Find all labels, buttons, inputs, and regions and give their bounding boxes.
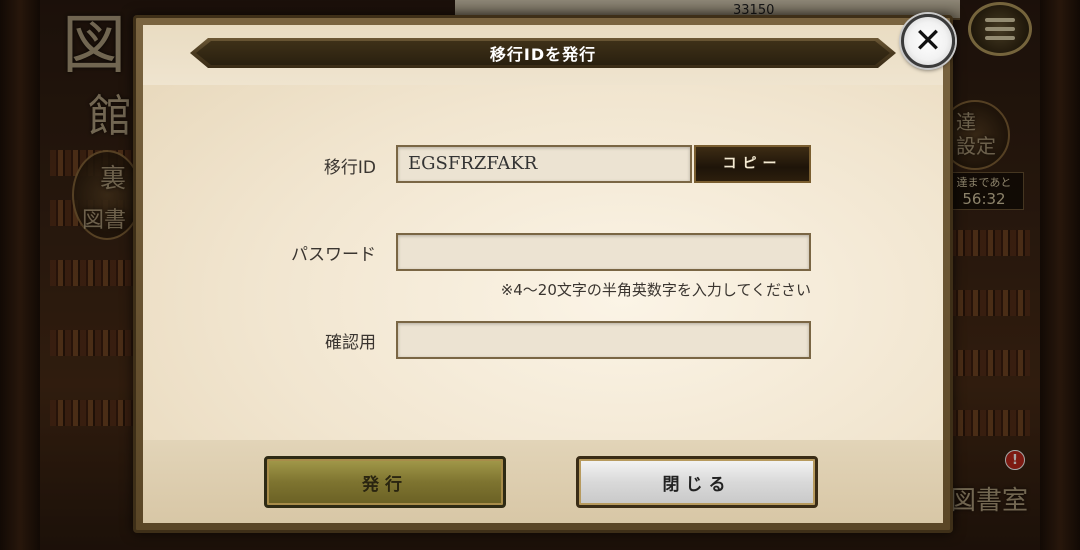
transfer-id-field[interactable]: EGSFRZFAKR <box>396 145 692 183</box>
copy-button[interactable]: コピー <box>694 145 811 183</box>
dialog-footer <box>143 440 943 523</box>
title-ribbon-inner: 移行IDを発行 <box>196 41 890 65</box>
issue-button[interactable]: 発行 <box>264 456 506 508</box>
close-icon: ✕ <box>913 21 943 61</box>
dialog-title: 移行IDを発行 <box>489 45 597 64</box>
close-button-label: 閉じる <box>662 474 732 495</box>
issue-button-label: 発行 <box>362 474 408 495</box>
password-input[interactable] <box>396 233 811 271</box>
password-hint: ※4～20文字の半角英数字を入力してください <box>500 281 811 299</box>
close-button[interactable]: 閉じる <box>576 456 818 508</box>
close-dialog-button[interactable]: ✕ <box>901 14 955 68</box>
confirm-label: 確認用 <box>325 333 376 353</box>
transfer-id-label: 移行ID <box>323 158 376 178</box>
confirm-password-input[interactable] <box>396 321 811 359</box>
password-label: パスワード <box>291 245 376 265</box>
